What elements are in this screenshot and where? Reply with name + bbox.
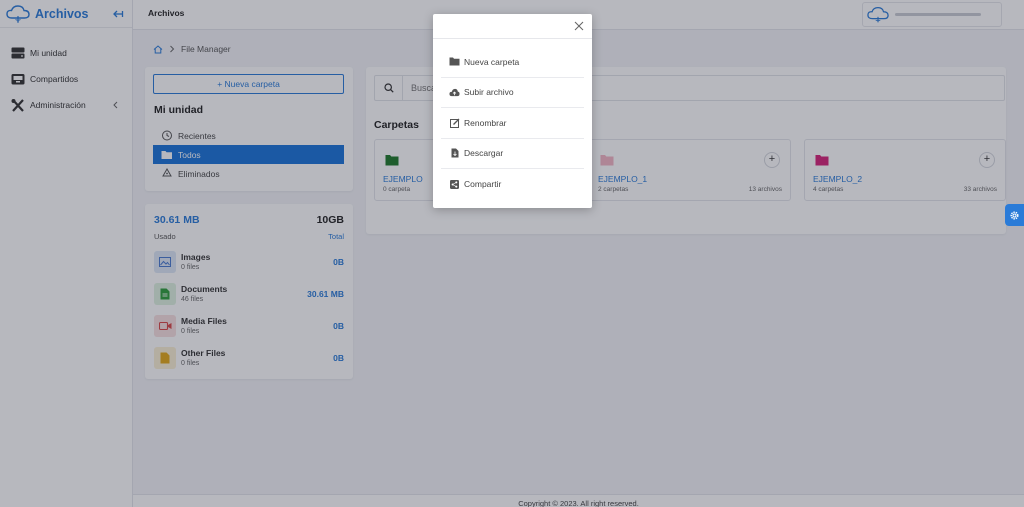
cloud-upload-icon	[449, 87, 460, 97]
menu-item-nueva-carpeta[interactable]: Nueva carpeta	[441, 47, 584, 78]
download-file-icon	[449, 148, 460, 158]
share-icon	[449, 179, 460, 189]
modal-header	[433, 14, 592, 39]
menu-item-label: Subir archivo	[464, 87, 514, 98]
modal-menu: Nueva carpeta Subir archivo Renombrar De…	[441, 47, 584, 200]
menu-item-compartir[interactable]: Compartir	[441, 169, 584, 200]
menu-item-descargar[interactable]: Descargar	[441, 139, 584, 169]
menu-item-label: Nueva carpeta	[464, 56, 520, 67]
actions-modal: Nueva carpeta Subir archivo Renombrar De…	[433, 14, 592, 208]
settings-tab[interactable]	[1005, 204, 1024, 226]
menu-item-renombrar[interactable]: Renombrar	[441, 108, 584, 139]
close-icon[interactable]	[574, 21, 584, 31]
edit-icon	[449, 118, 460, 128]
menu-item-label: Compartir	[464, 179, 502, 190]
menu-item-label: Renombrar	[464, 117, 507, 128]
gear-icon	[1010, 210, 1019, 220]
menu-item-subir-archivo[interactable]: Subir archivo	[441, 78, 584, 108]
menu-item-label: Descargar	[464, 148, 504, 159]
folder-icon	[449, 57, 460, 67]
